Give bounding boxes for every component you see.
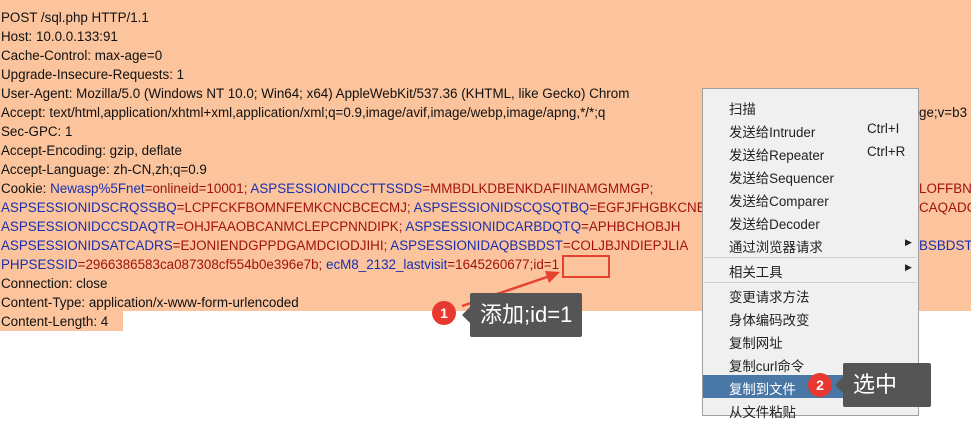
menu-item-change-encoding[interactable]: 身体编码改变 — [703, 306, 918, 329]
step-2-callout: 选中 — [835, 363, 931, 407]
step-2-badge: 2 — [808, 373, 832, 397]
menu-item-change-method[interactable]: 变更请求方法 — [703, 283, 918, 306]
submenu-arrow-icon: ▶ — [905, 262, 912, 272]
step-1-callout: 添加;id=1 — [462, 293, 583, 337]
menu-item-send-repeater[interactable]: 发送给Repeater Ctrl+R — [703, 141, 918, 164]
submenu-arrow-icon: ▶ — [905, 237, 912, 247]
step-1-badge: 1 — [432, 301, 456, 325]
menu-item-request-in-browser[interactable]: 通过浏览器请求 ▶ — [703, 233, 918, 256]
menu-item-tools[interactable]: 相关工具 ▶ — [703, 258, 918, 281]
menu-item-send-intruder[interactable]: 发送给Intruder Ctrl+I — [703, 118, 918, 141]
menu-item-scan[interactable]: 扫描 — [703, 95, 918, 118]
menu-item-copy-url[interactable]: 复制网址 — [703, 329, 918, 352]
menu-item-send-comparer[interactable]: 发送给Comparer — [703, 187, 918, 210]
menu-item-send-sequencer[interactable]: 发送给Sequencer — [703, 164, 918, 187]
menu-item-send-decoder[interactable]: 发送给Decoder — [703, 210, 918, 233]
